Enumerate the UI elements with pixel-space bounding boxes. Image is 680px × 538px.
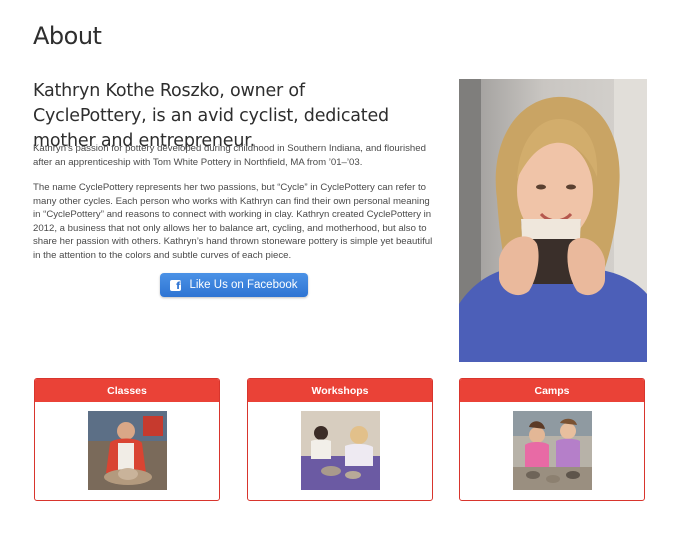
camps-card-title[interactable]: Camps bbox=[460, 379, 644, 402]
workshops-card[interactable]: Workshops bbox=[247, 378, 433, 501]
camps-card[interactable]: Camps bbox=[459, 378, 645, 501]
facebook-icon bbox=[170, 279, 182, 293]
classes-card[interactable]: Classes bbox=[34, 378, 220, 501]
bio-paragraph-1: Kathryn’s passion for pottery developed … bbox=[33, 143, 426, 168]
facebook-like-button[interactable]: Like Us on Facebook bbox=[160, 273, 308, 297]
facebook-like-label: Like Us on Facebook bbox=[189, 279, 298, 291]
classes-card-title[interactable]: Classes bbox=[35, 379, 219, 402]
workshops-card-title[interactable]: Workshops bbox=[248, 379, 432, 402]
owner-portrait-photo bbox=[459, 79, 647, 362]
classes-photo[interactable] bbox=[88, 411, 167, 490]
page-title: About bbox=[33, 22, 102, 50]
bio-paragraph-2: The name CyclePottery represents her two… bbox=[33, 182, 433, 261]
workshops-photo[interactable] bbox=[301, 411, 380, 490]
camps-photo[interactable] bbox=[513, 411, 592, 490]
